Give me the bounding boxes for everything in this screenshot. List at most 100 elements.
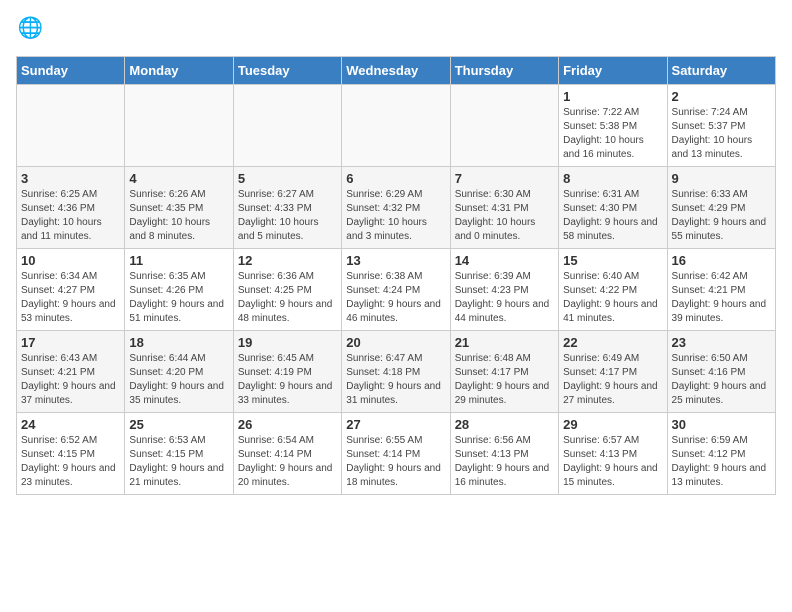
day-number: 21: [455, 335, 554, 350]
day-number: 12: [238, 253, 337, 268]
day-cell: [450, 85, 558, 167]
day-cell: 12Sunrise: 6:36 AM Sunset: 4:25 PM Dayli…: [233, 249, 341, 331]
day-number: 4: [129, 171, 228, 186]
day-number: 6: [346, 171, 445, 186]
weekday-header-sunday: Sunday: [17, 57, 125, 85]
day-cell: 15 Sunrise: 6:40 AM Sunset: 4:22 PM Dayli…: [559, 249, 667, 331]
day-cell: 21 Sunrise: 6:48 AM Sunset: 4:17 PM Dayli…: [450, 331, 558, 413]
day-info: Sunrise: 6:44 AM Sunset: 4:20 PM Dayligh…: [129, 352, 228, 408]
day-cell: 9 Sunrise: 6:33 AM Sunset: 4:29 PM Daylig…: [667, 167, 775, 249]
day-info: Sunrise: 6:50 AM Sunset: 4:16 PM Dayligh…: [672, 352, 771, 408]
day-number: 9: [672, 171, 771, 186]
day-info: Sunrise: 6:47 AM Sunset: 4:18 PM Dayligh…: [346, 352, 445, 408]
day-info: Sunrise: 6:29 AM Sunset: 4:32 PM Dayligh…: [346, 188, 445, 244]
day-number: 5: [238, 171, 337, 186]
day-cell: 5 Sunrise: 6:27 AM Sunset: 4:33 PM Daylig…: [233, 167, 341, 249]
day-cell: 8 Sunrise: 6:31 AM Sunset: 4:30 PM Daylig…: [559, 167, 667, 249]
day-cell: 22 Sunrise: 6:49 AM Sunset: 4:17 PM Dayli…: [559, 331, 667, 413]
day-cell: 19 Sunrise: 6:45 AM Sunset: 4:19 PM Dayli…: [233, 331, 341, 413]
weekday-header-row: SundayMondayTuesdayWednesdayThursdayFrid…: [17, 57, 776, 85]
day-cell: 26Sunrise: 6:54 AM Sunset: 4:14 PM Dayli…: [233, 413, 341, 495]
day-info: Sunrise: 6:49 AM Sunset: 4:17 PM Dayligh…: [563, 352, 662, 408]
day-info: Sunrise: 6:30 AM Sunset: 4:31 PM Dayligh…: [455, 188, 554, 244]
day-number: 23: [672, 335, 771, 350]
day-info: Sunrise: 6:25 AM Sunset: 4:36 PM Dayligh…: [21, 188, 120, 244]
day-number: 3: [21, 171, 120, 186]
day-cell: [17, 85, 125, 167]
day-info: Sunrise: 6:34 AM Sunset: 4:27 PM Dayligh…: [21, 270, 120, 326]
day-number: 19: [238, 335, 337, 350]
day-cell: 24 Sunrise: 6:52 AM Sunset: 4:15 PM Dayli…: [17, 413, 125, 495]
day-number: 28: [455, 417, 554, 432]
day-cell: 14 Sunrise: 6:39 AM Sunset: 4:23 PM Dayli…: [450, 249, 558, 331]
day-cell: 28 Sunrise: 6:56 AM Sunset: 4:13 PM Dayli…: [450, 413, 558, 495]
calendar: SundayMondayTuesdayWednesdayThursdayFrid…: [16, 56, 776, 495]
day-cell: 18 Sunrise: 6:44 AM Sunset: 4:20 PM Dayli…: [125, 331, 233, 413]
day-info: Sunrise: 6:40 AM Sunset: 4:22 PM Dayligh…: [563, 270, 662, 326]
day-cell: 17 Sunrise: 6:43 AM Sunset: 4:21 PM Dayli…: [17, 331, 125, 413]
day-number: 18: [129, 335, 228, 350]
logo-icon: 🌐: [16, 16, 44, 44]
day-info: Sunrise: 6:55 AM Sunset: 4:14 PM Dayligh…: [346, 434, 445, 490]
day-cell: 11 Sunrise: 6:35 AM Sunset: 4:26 PM Dayli…: [125, 249, 233, 331]
day-number: 1: [563, 89, 662, 104]
day-number: 17: [21, 335, 120, 350]
day-info: Sunrise: 6:38 AM Sunset: 4:24 PM Dayligh…: [346, 270, 445, 326]
day-info: Sunrise: 6:52 AM Sunset: 4:15 PM Dayligh…: [21, 434, 120, 490]
day-number: 11: [129, 253, 228, 268]
day-number: 24: [21, 417, 120, 432]
day-cell: 3 Sunrise: 6:25 AM Sunset: 4:36 PM Daylig…: [17, 167, 125, 249]
svg-text:🌐: 🌐: [18, 16, 44, 40]
day-number: 26: [238, 417, 337, 432]
week-row-5: 24 Sunrise: 6:52 AM Sunset: 4:15 PM Dayli…: [17, 413, 776, 495]
day-info: Sunrise: 6:39 AM Sunset: 4:23 PM Dayligh…: [455, 270, 554, 326]
day-info: Sunrise: 6:26 AM Sunset: 4:35 PM Dayligh…: [129, 188, 228, 244]
day-cell: 23 Sunrise: 6:50 AM Sunset: 4:16 PM Dayli…: [667, 331, 775, 413]
day-cell: [342, 85, 450, 167]
day-number: 8: [563, 171, 662, 186]
day-cell: 4 Sunrise: 6:26 AM Sunset: 4:35 PM Daylig…: [125, 167, 233, 249]
day-number: 27: [346, 417, 445, 432]
day-number: 16: [672, 253, 771, 268]
day-info: Sunrise: 6:42 AM Sunset: 4:21 PM Dayligh…: [672, 270, 771, 326]
weekday-header-saturday: Saturday: [667, 57, 775, 85]
day-info: Sunrise: 6:53 AM Sunset: 4:15 PM Dayligh…: [129, 434, 228, 490]
weekday-header-friday: Friday: [559, 57, 667, 85]
day-number: 25: [129, 417, 228, 432]
week-row-4: 17 Sunrise: 6:43 AM Sunset: 4:21 PM Dayli…: [17, 331, 776, 413]
day-cell: 2Sunrise: 7:24 AM Sunset: 5:37 PM Daylig…: [667, 85, 775, 167]
day-number: 14: [455, 253, 554, 268]
day-number: 15: [563, 253, 662, 268]
week-row-1: 1 Sunrise: 7:22 AM Sunset: 5:38 PM Daylig…: [17, 85, 776, 167]
day-number: 7: [455, 171, 554, 186]
day-cell: [233, 85, 341, 167]
day-info: Sunrise: 6:35 AM Sunset: 4:26 PM Dayligh…: [129, 270, 228, 326]
day-number: 30: [672, 417, 771, 432]
day-cell: 30 Sunrise: 6:59 AM Sunset: 4:12 PM Dayli…: [667, 413, 775, 495]
day-cell: [125, 85, 233, 167]
day-cell: 29Sunrise: 6:57 AM Sunset: 4:13 PM Dayli…: [559, 413, 667, 495]
day-info: Sunrise: 6:57 AM Sunset: 4:13 PM Dayligh…: [563, 434, 662, 490]
day-cell: 6 Sunrise: 6:29 AM Sunset: 4:32 PM Daylig…: [342, 167, 450, 249]
header: 🌐: [16, 16, 776, 44]
logo: 🌐: [16, 16, 48, 44]
day-info: Sunrise: 6:27 AM Sunset: 4:33 PM Dayligh…: [238, 188, 337, 244]
day-info: Sunrise: 6:48 AM Sunset: 4:17 PM Dayligh…: [455, 352, 554, 408]
day-info: Sunrise: 6:31 AM Sunset: 4:30 PM Dayligh…: [563, 188, 662, 244]
day-cell: 7 Sunrise: 6:30 AM Sunset: 4:31 PM Daylig…: [450, 167, 558, 249]
day-number: 22: [563, 335, 662, 350]
weekday-header-monday: Monday: [125, 57, 233, 85]
day-cell: 27 Sunrise: 6:55 AM Sunset: 4:14 PM Dayli…: [342, 413, 450, 495]
day-info: Sunrise: 7:22 AM Sunset: 5:38 PM Dayligh…: [563, 106, 662, 162]
day-cell: 20Sunrise: 6:47 AM Sunset: 4:18 PM Dayli…: [342, 331, 450, 413]
day-info: Sunrise: 6:43 AM Sunset: 4:21 PM Dayligh…: [21, 352, 120, 408]
day-info: Sunrise: 6:33 AM Sunset: 4:29 PM Dayligh…: [672, 188, 771, 244]
day-info: Sunrise: 6:56 AM Sunset: 4:13 PM Dayligh…: [455, 434, 554, 490]
week-row-3: 10 Sunrise: 6:34 AM Sunset: 4:27 PM Dayli…: [17, 249, 776, 331]
weekday-header-wednesday: Wednesday: [342, 57, 450, 85]
day-info: Sunrise: 6:45 AM Sunset: 4:19 PM Dayligh…: [238, 352, 337, 408]
day-info: Sunrise: 6:59 AM Sunset: 4:12 PM Dayligh…: [672, 434, 771, 490]
day-number: 10: [21, 253, 120, 268]
weekday-header-thursday: Thursday: [450, 57, 558, 85]
day-cell: 13Sunrise: 6:38 AM Sunset: 4:24 PM Dayli…: [342, 249, 450, 331]
